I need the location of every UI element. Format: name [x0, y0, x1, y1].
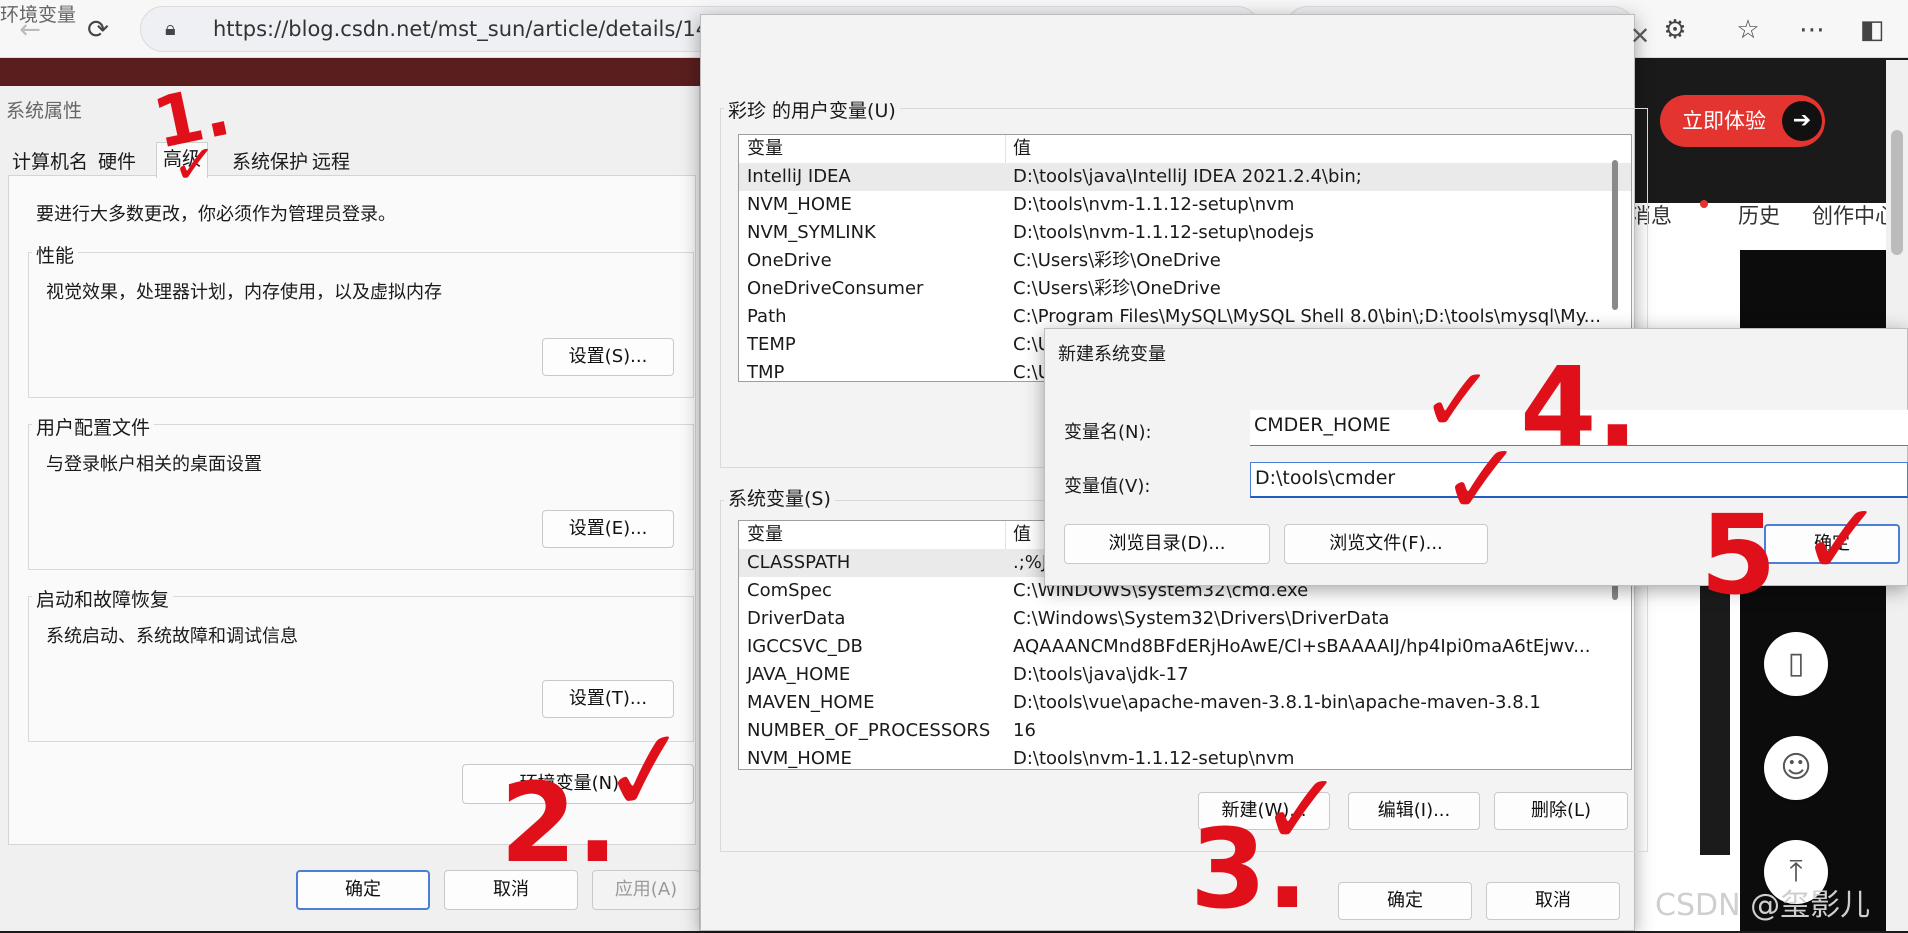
reload-icon[interactable]: ⟳: [78, 10, 118, 50]
url-text: https://blog.csdn.net/mst_sun/article/de…: [213, 17, 763, 41]
table-row[interactable]: OneDriveConsumer C:\Users\彩珍\OneDrive: [739, 275, 1631, 303]
startup-recovery-description: 系统启动、系统故障和调试信息: [46, 626, 298, 647]
system-properties-title: 系统属性: [6, 100, 83, 122]
variable-name-label: 变量名(N):: [1064, 422, 1152, 443]
nav-creator-center[interactable]: 创作中心: [1812, 200, 1886, 230]
sysprops-ok-button[interactable]: 确定: [296, 870, 430, 910]
table-row[interactable]: Path C:\Program Files\MySQL\MySQL Shell 8…: [739, 303, 1631, 331]
tab-system-protection[interactable]: 系统保护: [226, 146, 314, 178]
admin-notice: 要进行大多数更改，你必须作为管理员登录。: [36, 204, 396, 225]
table-row[interactable]: JAVA_HOME D:\tools\java\jdk-17: [739, 661, 1631, 689]
table-row[interactable]: MAVEN_HOME D:\tools\vue\apache-maven-3.8.…: [739, 689, 1631, 717]
env-dialog-title: 环境变量: [0, 4, 77, 26]
notification-dot: [1700, 200, 1708, 208]
table-row[interactable]: IGCCSVC_DB AQAAANCMnd8BFdERjHoAwE/Cl+sBAA…: [739, 633, 1631, 661]
table-row[interactable]: DriverData C:\Windows\System32\Drivers\Dr…: [739, 605, 1631, 633]
extensions-icon[interactable]: ⚙: [1655, 10, 1695, 50]
performance-group: [28, 252, 694, 398]
lock-icon: 🔒︎: [165, 16, 176, 40]
user-profiles-title: 用户配置文件: [32, 413, 155, 440]
arrow-right-icon[interactable]: ➔: [1782, 101, 1822, 141]
more-menu-icon[interactable]: ⋯: [1792, 10, 1832, 50]
performance-settings-button[interactable]: 设置(S)...: [542, 338, 674, 376]
tab-computer-name[interactable]: 计算机名: [6, 146, 94, 178]
annotation-step-4: 4.: [1520, 343, 1639, 471]
edit-variable-button[interactable]: 编辑(I)...: [1348, 792, 1480, 830]
nav-history[interactable]: 历史: [1738, 200, 1780, 230]
watermark: CSDN @玺影儿: [1655, 888, 1871, 923]
chat-icon[interactable]: ☺: [1764, 736, 1828, 800]
new-var-title: 新建系统变量: [1058, 344, 1166, 365]
header-value[interactable]: 值: [1013, 135, 1613, 163]
mobile-icon[interactable]: ▯: [1764, 632, 1828, 696]
table-row[interactable]: OneDrive C:\Users\彩珍\OneDrive: [739, 247, 1631, 275]
annotation-check-4b: ✓: [1440, 421, 1524, 538]
table-row[interactable]: IntelliJ IDEA D:\tools\java\IntelliJ IDEA…: [739, 163, 1631, 191]
performance-description: 视觉效果，处理器计划，内存使用，以及虚拟内存: [46, 282, 442, 303]
annotation-check-5: ✓: [1800, 481, 1884, 598]
tab-remote[interactable]: 远程: [306, 146, 356, 178]
background-strip: [0, 58, 700, 86]
delete-variable-button[interactable]: 删除(L): [1494, 792, 1628, 830]
annotation-step-5: 5: [1700, 491, 1777, 619]
performance-title: 性能: [32, 241, 79, 268]
table-row[interactable]: NUMBER_OF_PROCESSORS 16: [739, 717, 1631, 745]
user-profiles-group: [28, 424, 694, 570]
tab-hardware[interactable]: 硬件: [92, 146, 142, 178]
list-header: 变量 值: [739, 135, 1631, 163]
annotation-check-1: ✓: [172, 133, 218, 196]
close-icon[interactable]: ✕: [1630, 22, 1650, 50]
table-row[interactable]: NVM_HOME D:\tools\nvm-1.1.12-setup\nvm: [739, 745, 1631, 769]
env-cancel-button[interactable]: 取消: [1486, 882, 1620, 920]
system-variables-label: 系统变量(S): [724, 484, 835, 511]
user-profiles-settings-button[interactable]: 设置(E)...: [542, 510, 674, 548]
header-variable[interactable]: 变量: [747, 521, 783, 549]
page-scrollbar-thumb[interactable]: [1891, 130, 1903, 255]
annotation-check-2: ✓: [591, 701, 701, 841]
variable-value-label: 变量值(V):: [1064, 476, 1151, 497]
user-list-scrollbar[interactable]: [1612, 160, 1618, 310]
table-row[interactable]: NVM_HOME D:\tools\nvm-1.1.12-setup\nvm: [739, 191, 1631, 219]
user-variables-label: 彩珍 的用户变量(U): [724, 96, 900, 123]
env-ok-button[interactable]: 确定: [1338, 882, 1472, 920]
header-variable[interactable]: 变量: [747, 135, 783, 163]
annotation-check-3: ✓: [1260, 751, 1344, 868]
sidebar-toggle-icon[interactable]: ◧: [1852, 10, 1892, 50]
favorites-icon[interactable]: ☆: [1728, 10, 1768, 50]
startup-recovery-title: 启动和故障恢复: [32, 585, 174, 612]
user-profiles-description: 与登录帐户相关的桌面设置: [46, 454, 262, 475]
browse-directory-button[interactable]: 浏览目录(D)...: [1064, 524, 1270, 564]
table-row[interactable]: NVM_SYMLINK D:\tools\nvm-1.1.12-setup\nod…: [739, 219, 1631, 247]
